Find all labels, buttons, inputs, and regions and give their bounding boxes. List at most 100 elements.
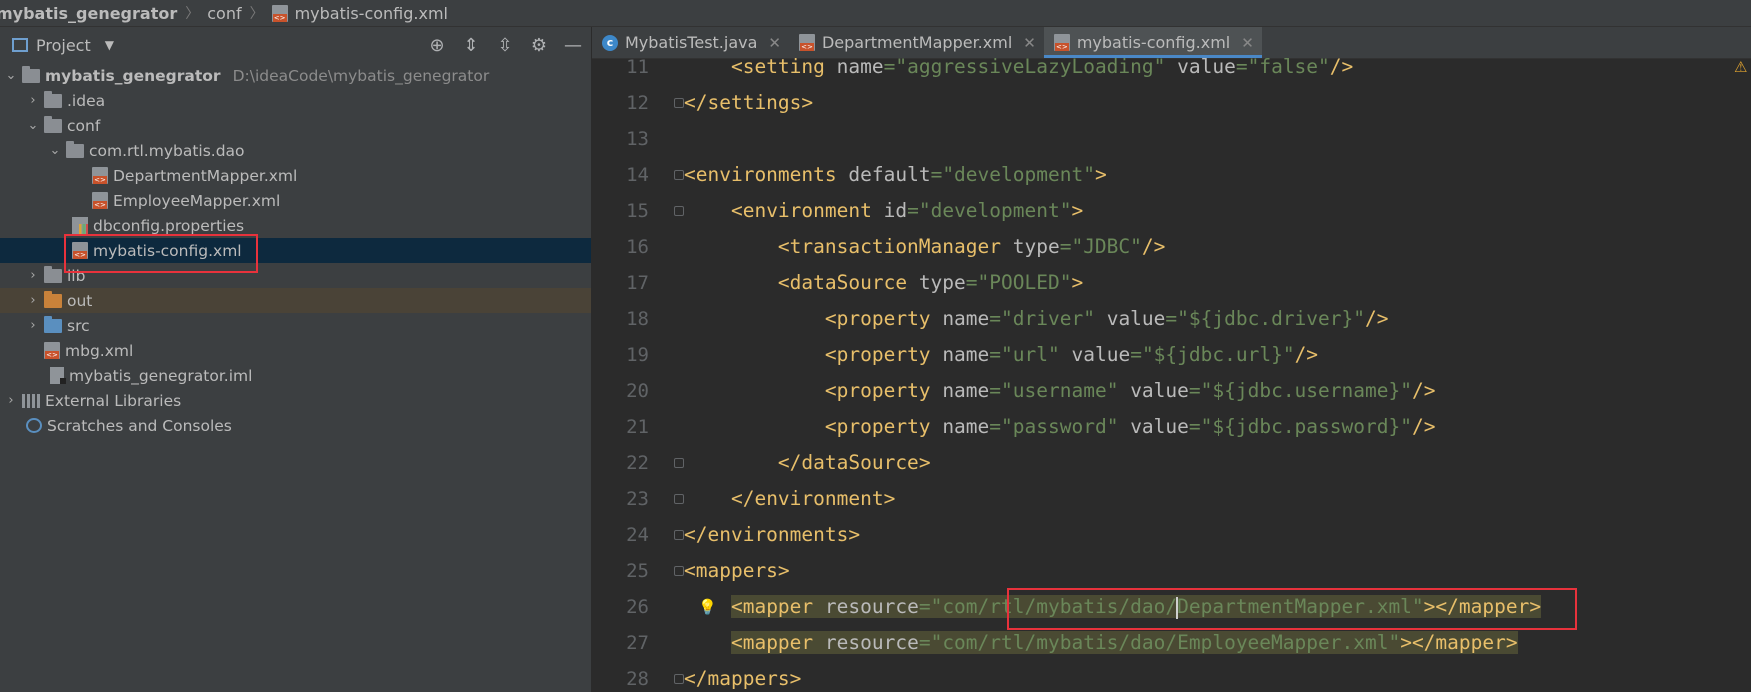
fold-marker-icon[interactable] <box>674 494 684 504</box>
line-number: 12 <box>626 92 649 114</box>
fold-marker-icon[interactable] <box>674 98 684 108</box>
project-tree: ⌄ mybatis_genegrator D:\ideaCode\mybatis… <box>0 63 591 438</box>
tree-item-mbg[interactable]: mbg.xml <box>0 338 591 363</box>
expand-all-icon[interactable]: ⇕ <box>461 35 481 56</box>
scratches-icon <box>26 418 42 433</box>
breadcrumb-folder[interactable]: conf <box>205 4 243 23</box>
code-line[interactable]: 17 <dataSource type="POOLED"> <box>592 265 1751 301</box>
folder-icon <box>44 265 62 283</box>
fold-marker-icon[interactable] <box>674 530 684 540</box>
library-icon <box>22 393 40 408</box>
fold-marker-icon[interactable] <box>674 206 684 216</box>
code-editor[interactable]: 11 ⚠ <setting name="aggressiveLazyLoading… <box>592 58 1751 692</box>
warning-icon[interactable]: ⚠ <box>1734 58 1747 85</box>
fold-marker-icon[interactable] <box>674 674 684 684</box>
collapse-all-icon[interactable]: ⇳ <box>495 35 515 56</box>
tab-label: MybatisTest.java <box>625 33 758 52</box>
code-text: <dataSource type="POOLED"> <box>777 271 1084 294</box>
chevron-right-icon[interactable]: › <box>26 268 40 283</box>
fold-marker-icon[interactable] <box>674 566 684 576</box>
tree-item-external-libraries[interactable]: › External Libraries <box>0 388 591 413</box>
code-line[interactable]: 28 </mappers> <box>592 661 1751 692</box>
code-line[interactable]: 27 <mapper resource="com/rtl/mybatis/dao… <box>592 625 1751 661</box>
chevron-right-icon[interactable]: › <box>26 93 40 108</box>
xml-file-icon <box>271 4 288 22</box>
tree-item-idea[interactable]: › .idea <box>0 88 591 113</box>
breadcrumb-file[interactable]: mybatis-config.xml <box>293 4 450 23</box>
fold-marker-icon[interactable] <box>674 458 684 468</box>
tree-item-project-root[interactable]: ⌄ mybatis_genegrator D:\ideaCode\mybatis… <box>0 63 591 88</box>
ide-window: mybatis_genegrator 〉 conf 〉 mybatis-conf… <box>0 0 1751 692</box>
line-number: 22 <box>626 452 649 474</box>
folder-icon <box>44 115 62 133</box>
code-line[interactable]: 14 <environments default="development"> <box>592 157 1751 193</box>
xml-file-icon <box>72 242 88 259</box>
xml-file-icon <box>798 34 815 51</box>
code-line[interactable]: 15 <environment id="development"> <box>592 193 1751 229</box>
project-panel-toolbar: ⊕ ⇕ ⇳ ⚙ — <box>427 27 583 63</box>
code-line[interactable]: 13 <box>592 121 1751 157</box>
code-text: <mappers> <box>684 559 790 582</box>
chevron-right-icon[interactable]: › <box>26 318 40 333</box>
project-view-selector[interactable]: Project ▼ <box>12 27 114 63</box>
java-class-icon: c <box>602 34 618 51</box>
minimize-icon[interactable]: — <box>563 35 583 56</box>
code-line[interactable]: 25 <mappers> <box>592 553 1751 589</box>
code-line[interactable]: 16 <transactionManager type="JDBC"/> <box>592 229 1751 265</box>
iml-file-icon <box>50 367 66 384</box>
chevron-down-icon[interactable]: ⌄ <box>4 68 18 83</box>
chevron-right-icon[interactable]: › <box>26 293 40 308</box>
tree-item-label: mybatis_genegrator <box>45 66 221 85</box>
close-icon[interactable]: ✕ <box>1023 34 1036 52</box>
text-caret <box>1176 596 1179 619</box>
chevron-right-icon[interactable]: › <box>4 393 18 408</box>
code-line[interactable]: 20 <property name="username" value="${jd… <box>592 373 1751 409</box>
tree-item-mybatis-config[interactable]: mybatis-config.xml <box>0 238 591 263</box>
tree-item-label: mbg.xml <box>65 341 134 360</box>
tab-label: mybatis-config.xml <box>1076 33 1231 52</box>
tab-mybatistest[interactable]: c MybatisTest.java ✕ <box>592 27 789 58</box>
tree-item-iml[interactable]: mybatis_genegrator.iml <box>0 363 591 388</box>
tab-departmentmapper[interactable]: DepartmentMapper.xml ✕ <box>789 27 1044 58</box>
tree-item-package[interactable]: ⌄ com.rtl.mybatis.dao <box>0 138 591 163</box>
code-text: <transactionManager type="JDBC"/> <box>777 235 1166 258</box>
fold-marker-icon[interactable] <box>674 170 684 180</box>
tab-mybatis-config[interactable]: mybatis-config.xml ✕ <box>1043 27 1262 58</box>
locate-icon[interactable]: ⊕ <box>427 35 447 56</box>
code-line[interactable]: 12 </settings> <box>592 85 1751 121</box>
close-icon[interactable]: ✕ <box>1241 34 1254 52</box>
chevron-down-icon[interactable]: ⌄ <box>26 118 40 133</box>
tree-item-label: mybatis_genegrator.iml <box>69 366 253 385</box>
tree-item-departmentmapper[interactable]: DepartmentMapper.xml <box>0 163 591 188</box>
breadcrumb-project[interactable]: mybatis_genegrator <box>0 4 179 23</box>
code-line[interactable]: 21 <property name="password" value="${jd… <box>592 409 1751 445</box>
gear-icon[interactable]: ⚙ <box>529 35 549 56</box>
line-number: 18 <box>626 308 649 330</box>
code-line[interactable]: 23 </environment> <box>592 481 1751 517</box>
tree-item-conf[interactable]: ⌄ conf <box>0 113 591 138</box>
folder-icon <box>66 140 84 158</box>
tree-item-dbconfig[interactable]: dbconfig.properties <box>0 213 591 238</box>
code-line[interactable]: 19 <property name="url" value="${jdbc.ur… <box>592 337 1751 373</box>
tree-item-src[interactable]: › src <box>0 313 591 338</box>
code-line[interactable]: 22 </dataSource> <box>592 445 1751 481</box>
tree-item-out[interactable]: › out <box>0 288 591 313</box>
xml-file-icon <box>44 342 60 359</box>
code-text: <mapper resource="com/rtl/mybatis/dao/Em… <box>730 631 1518 654</box>
tree-item-employeemapper[interactable]: EmployeeMapper.xml <box>0 188 591 213</box>
code-line[interactable]: 26 💡 <mapper resource="com/rtl/mybatis/da… <box>592 589 1751 625</box>
editor-area: c MybatisTest.java ✕ DepartmentMapper.xm… <box>592 27 1751 692</box>
chevron-down-icon[interactable]: ▼ <box>105 38 114 52</box>
code-line[interactable]: 11 ⚠ <setting name="aggressiveLazyLoading… <box>592 58 1751 85</box>
tree-item-lib[interactable]: › lib <box>0 263 591 288</box>
tree-item-label: EmployeeMapper.xml <box>113 191 281 210</box>
code-text: </environments> <box>684 523 861 546</box>
code-line[interactable]: 24 </environments> <box>592 517 1751 553</box>
line-number: 27 <box>626 632 649 654</box>
line-number: 17 <box>626 272 649 294</box>
chevron-down-icon[interactable]: ⌄ <box>48 143 62 158</box>
close-icon[interactable]: ✕ <box>768 34 781 52</box>
tab-label: DepartmentMapper.xml <box>821 33 1013 52</box>
tree-item-scratches[interactable]: Scratches and Consoles <box>0 413 591 438</box>
code-line[interactable]: 18 <property name="driver" value="${jdbc… <box>592 301 1751 337</box>
